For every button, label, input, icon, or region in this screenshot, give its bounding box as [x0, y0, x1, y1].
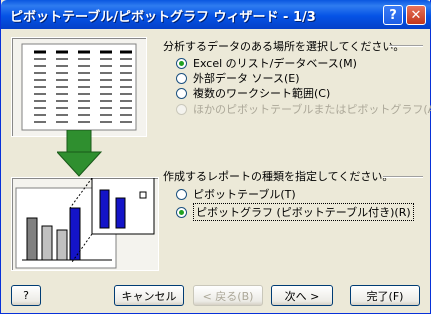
- finish-button[interactable]: 完了(F): [350, 285, 420, 306]
- radio-external-source[interactable]: [176, 72, 187, 84]
- option-other-pivot-label: ほかのピボットテーブルまたはピボットグラフ(A): [193, 103, 431, 116]
- report-type-illustration: [11, 177, 159, 271]
- radio-pivot-chart[interactable]: [176, 206, 187, 218]
- radio-pivot-table[interactable]: [176, 188, 187, 200]
- source-group-divider: [389, 45, 423, 47]
- help-button[interactable]: ?: [11, 285, 41, 306]
- option-excel-list[interactable]: Excel のリスト/データベース(M): [176, 55, 357, 71]
- option-pivot-chart-label: ピボットグラフ (ピボットテーブル付き)(R): [193, 203, 414, 221]
- next-button[interactable]: 次へ >: [271, 285, 333, 306]
- close-button[interactable]: ✕: [406, 5, 426, 25]
- option-other-pivot: ほかのピボットテーブルまたはピボットグラフ(A): [176, 101, 431, 117]
- source-group-heading: 分析するデータのある場所を選択してください。: [163, 40, 405, 53]
- spreadsheet-icon: [21, 43, 137, 131]
- radio-excel-list[interactable]: [176, 57, 187, 69]
- option-pivot-table-label: ピボットテーブル(T): [193, 188, 296, 201]
- wizard-dialog: ピボットテーブル/ピボットグラフ ウィザード - 1/3 ? ✕ 分析するデータ…: [0, 0, 431, 314]
- cancel-button[interactable]: キャンセル: [114, 285, 184, 306]
- report-group-divider: [383, 176, 423, 178]
- radio-other-pivot: [176, 103, 187, 115]
- title-help-button[interactable]: ?: [383, 5, 403, 25]
- option-external-source-label: 外部データ ソース(E): [193, 72, 300, 85]
- radio-multiple-ranges[interactable]: [176, 87, 187, 99]
- option-pivot-chart[interactable]: ピボットグラフ (ピボットテーブル付き)(R): [176, 203, 414, 221]
- data-source-illustration: [11, 37, 147, 137]
- back-button: < 戻る(B): [193, 285, 263, 306]
- option-external-source[interactable]: 外部データ ソース(E): [176, 70, 299, 86]
- option-multiple-ranges[interactable]: 複数のワークシート範囲(C): [176, 85, 330, 101]
- report-group-heading: 作成するレポートの種類を指定してください。: [163, 170, 394, 183]
- option-multiple-ranges-label: 複数のワークシート範囲(C): [193, 87, 331, 100]
- title-bar: ピボットテーブル/ピボットグラフ ウィザード - 1/3 ? ✕: [1, 0, 431, 29]
- option-pivot-table[interactable]: ピボットテーブル(T): [176, 186, 296, 202]
- arrow-down-icon: [57, 130, 103, 177]
- chart-icon: [15, 177, 155, 269]
- window-title: ピボットテーブル/ピボットグラフ ウィザード - 1/3: [10, 10, 316, 25]
- option-excel-list-label: Excel のリスト/データベース(M): [193, 57, 357, 70]
